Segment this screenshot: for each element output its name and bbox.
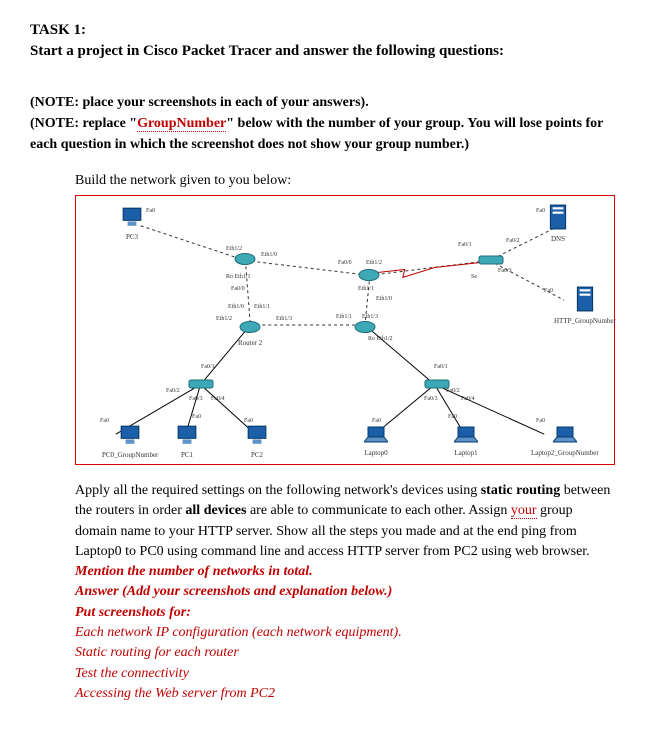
pc-icon xyxy=(121,206,143,228)
device-router-1 xyxy=(358,268,380,287)
laptop-icon xyxy=(553,426,577,444)
device-pc0: PC0_GroupNumber xyxy=(102,424,158,459)
item-connectivity: Test the connectivity xyxy=(75,664,611,684)
item-ipconfig: Each network IP configuration (each netw… xyxy=(75,623,611,643)
device-switch-left xyxy=(188,378,214,395)
device-laptop2: Laptop2_GroupNumber xyxy=(531,426,599,457)
network-diagram: PC3 Fa0 DNS Fa0 Fa0/2 HTTP_GroupNumber F… xyxy=(75,195,615,465)
laptop-icon xyxy=(364,426,388,444)
device-pc1: PC1 xyxy=(176,424,198,459)
switch-icon xyxy=(188,378,214,390)
switch-icon xyxy=(478,254,504,266)
router-icon xyxy=(239,320,261,334)
note-1: (NOTE: place your screenshots in each of… xyxy=(30,92,621,113)
server-icon xyxy=(548,204,568,230)
router-icon xyxy=(358,268,380,282)
device-router-2: Router 2 xyxy=(238,320,262,347)
screenshots-for: Put screenshots for: xyxy=(75,603,611,623)
task-line: Start a project in Cisco Packet Tracer a… xyxy=(30,43,504,59)
item-static-routing: Static routing for each router xyxy=(75,643,611,663)
device-switch-top xyxy=(478,254,504,271)
instructions-paragraph: Apply all the required settings on the f… xyxy=(75,481,611,562)
router-icon xyxy=(354,320,376,334)
laptop-icon xyxy=(454,426,478,444)
item-web-access: Accessing the Web server from PC2 xyxy=(75,684,611,704)
answer-line: Answer (Add your screenshots and explana… xyxy=(75,582,611,602)
device-laptop0: Laptop0 xyxy=(364,426,388,457)
pc-icon xyxy=(246,424,268,446)
notes: (NOTE: place your screenshots in each of… xyxy=(30,92,621,155)
device-laptop1: Laptop1 xyxy=(454,426,478,457)
build-instruction: Build the network given to you below: xyxy=(75,173,621,189)
task-label: TASK 1: xyxy=(30,22,86,38)
device-pc3: PC3 xyxy=(121,206,143,241)
pc-icon xyxy=(119,424,141,446)
device-dns: DNS xyxy=(548,204,568,243)
mention-networks: Mention the number of networks in total. xyxy=(75,562,611,582)
group-number-placeholder: GroupNumber xyxy=(137,116,226,132)
task-heading: TASK 1: Start a project in Cisco Packet … xyxy=(30,20,621,62)
pc-icon xyxy=(176,424,198,446)
server-icon xyxy=(575,286,595,312)
device-pc2: PC2 xyxy=(246,424,268,459)
device-router-0 xyxy=(234,252,256,271)
note-2: (NOTE: replace "GroupNumber" below with … xyxy=(30,113,621,155)
router-icon xyxy=(234,252,256,266)
device-http: HTTP_GroupNumber xyxy=(554,286,616,325)
